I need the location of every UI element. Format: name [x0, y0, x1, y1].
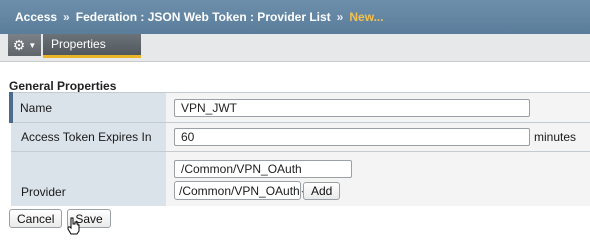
form-actions: Cancel Save [9, 209, 111, 228]
expires-input[interactable] [174, 128, 530, 146]
table-row: Provider /Common/VPN_OAuth ⌄ Add [11, 151, 590, 206]
add-button[interactable]: Add [303, 181, 341, 200]
breadcrumb: Access » Federation : JSON Web Token : P… [0, 0, 590, 34]
breadcrumb-path[interactable]: Federation : JSON Web Token : Provider L… [76, 10, 331, 24]
provider-select[interactable]: /Common/VPN_OAuth ⌄ [174, 181, 307, 201]
provider-input[interactable] [174, 160, 352, 179]
name-input[interactable] [174, 98, 530, 117]
hand-cursor-icon [67, 217, 80, 235]
gear-icon: ⚙ [12, 37, 26, 53]
name-label: Name [9, 92, 166, 123]
breadcrumb-root[interactable]: Access [15, 10, 57, 24]
name-value-cell [166, 92, 590, 123]
breadcrumb-current: New... [349, 10, 384, 24]
cancel-button[interactable]: Cancel [9, 209, 63, 228]
expires-unit: minutes [534, 130, 577, 144]
chevron-down-icon: ▼ [28, 40, 37, 50]
provider-value-cell: /Common/VPN_OAuth ⌄ Add [166, 151, 590, 206]
gear-menu-button[interactable]: ⚙ ▼ [8, 34, 41, 56]
section-title: General Properties [9, 79, 117, 93]
expires-value-cell: minutes [166, 122, 590, 152]
provider-select-value: /Common/VPN_OAuth [179, 183, 300, 198]
properties-table: Name Access Token Expires In minutes Pro… [9, 92, 590, 206]
breadcrumb-separator: » [63, 10, 70, 24]
expires-label: Access Token Expires In [11, 122, 166, 152]
table-row: Name [9, 92, 590, 123]
provider-label: Provider [11, 151, 166, 206]
tab-bar: ⚙ ▼ Properties [0, 34, 590, 62]
breadcrumb-separator: » [336, 10, 344, 24]
tab-properties[interactable]: Properties [43, 34, 141, 58]
provider-controls: /Common/VPN_OAuth ⌄ Add [174, 181, 590, 201]
table-row: Access Token Expires In minutes [11, 122, 590, 152]
